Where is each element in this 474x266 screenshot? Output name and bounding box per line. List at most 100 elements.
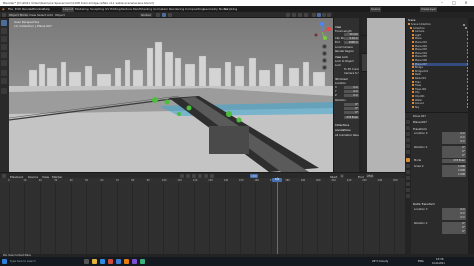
gizmo-toggle-icon[interactable] bbox=[292, 13, 296, 17]
playhead-frame-label[interactable]: 160 bbox=[272, 178, 282, 182]
view-layer-tab-icon[interactable] bbox=[406, 138, 410, 142]
output-tab-icon[interactable] bbox=[406, 132, 410, 136]
navigation-gizmo-icon[interactable] bbox=[312, 22, 332, 42]
cursor-rz-field[interactable]: 0° bbox=[344, 111, 359, 114]
clock-date[interactable]: 01-09-2021 bbox=[432, 262, 445, 265]
rotation-y-field[interactable]: 0° bbox=[442, 150, 466, 154]
chrome-browser-icon[interactable] bbox=[108, 259, 113, 264]
annotate-tool-icon[interactable] bbox=[1, 70, 7, 76]
delta-rotation-x-field[interactable]: 0° bbox=[442, 222, 466, 226]
delta-rotation-y-field[interactable]: 0° bbox=[442, 226, 466, 230]
language-indicator[interactable]: ENG bbox=[418, 260, 424, 263]
shading-material-icon[interactable] bbox=[322, 13, 326, 17]
properties-scrollbar[interactable] bbox=[468, 18, 474, 254]
pivot-icon[interactable] bbox=[156, 13, 160, 17]
clip-start-field[interactable]: 0.01 m bbox=[344, 37, 359, 40]
clip-end-field[interactable]: 1000 m bbox=[344, 41, 359, 44]
xray-toggle-icon[interactable] bbox=[304, 13, 308, 17]
cursor-ry-field[interactable]: 0° bbox=[344, 107, 359, 110]
weather-widget[interactable]: 26°C Cloudy bbox=[372, 260, 388, 263]
timeline-area[interactable] bbox=[0, 183, 405, 254]
render-region-checkbox[interactable]: Render Region bbox=[335, 50, 354, 53]
windows-start-icon[interactable] bbox=[2, 259, 7, 264]
menu-file[interactable]: File bbox=[8, 7, 13, 11]
rotation-x-field[interactable]: 0° bbox=[442, 146, 466, 150]
3d-viewport[interactable]: User Perspective (1) Collection | Plane.… bbox=[9, 18, 333, 172]
tab-rendering[interactable]: Rendering bbox=[168, 7, 185, 12]
editor-type-icon[interactable] bbox=[2, 13, 6, 17]
object-menu[interactable]: Object bbox=[54, 13, 66, 17]
shading-rendered-icon[interactable] bbox=[327, 13, 331, 17]
rotate-tool-icon[interactable] bbox=[1, 44, 7, 50]
particles-tab-icon[interactable] bbox=[406, 170, 410, 174]
delta-location-x-field[interactable]: 0 m bbox=[442, 208, 466, 212]
modifier-tab-icon[interactable] bbox=[406, 164, 410, 168]
visibility-eye-icon[interactable] bbox=[463, 23, 465, 26]
cursor-y-field[interactable]: 0 m bbox=[344, 90, 359, 93]
menu-edit[interactable]: Edit bbox=[15, 7, 21, 11]
scale-tool-icon[interactable] bbox=[1, 52, 7, 58]
proportional-edit-icon[interactable] bbox=[168, 13, 172, 17]
move-tool-icon[interactable] bbox=[1, 36, 7, 42]
transform-orientation-dropdown[interactable]: Global bbox=[140, 13, 152, 17]
world-tab-icon[interactable] bbox=[406, 150, 410, 154]
blender-logo-icon[interactable]: ◉ bbox=[2, 7, 5, 11]
blender-taskbar-icon[interactable] bbox=[124, 259, 129, 264]
tab-sculpting[interactable]: Sculpting bbox=[89, 7, 105, 12]
task-view-icon[interactable] bbox=[84, 259, 89, 264]
view-lock-header[interactable]: View Lock bbox=[335, 56, 348, 59]
shading-wireframe-icon[interactable] bbox=[312, 13, 316, 17]
scene-tab-icon[interactable] bbox=[406, 144, 410, 148]
rotation-mode-dropdown[interactable]: XYZ Euler bbox=[442, 159, 466, 163]
app-icon[interactable] bbox=[140, 259, 145, 264]
visibility-icon[interactable] bbox=[286, 13, 290, 17]
data-tab-icon[interactable] bbox=[406, 188, 410, 192]
delta-location-z-field[interactable]: 0 m bbox=[442, 216, 466, 220]
zoom-icon[interactable] bbox=[322, 44, 327, 49]
tab-animation[interactable]: Animation bbox=[152, 7, 169, 12]
overlay-toggle-icon[interactable] bbox=[298, 13, 302, 17]
cursor-rotation-mode-dropdown[interactable]: XYZ Euler bbox=[344, 116, 359, 119]
cursor-tool-icon[interactable] bbox=[1, 28, 7, 34]
transform-tool-icon[interactable] bbox=[1, 60, 7, 66]
photoshop-icon[interactable] bbox=[116, 259, 121, 264]
edge-browser-icon[interactable] bbox=[100, 259, 105, 264]
tab-uv-editing[interactable]: UV Editing bbox=[104, 7, 122, 12]
premiere-icon[interactable] bbox=[132, 259, 137, 264]
collections-header[interactable]: Collections bbox=[335, 124, 349, 127]
shading-solid-icon[interactable] bbox=[317, 13, 321, 17]
add-cube-tool-icon[interactable] bbox=[1, 88, 7, 94]
cursor-rx-field[interactable]: 0° bbox=[344, 103, 359, 106]
add-menu[interactable]: Add bbox=[46, 13, 54, 17]
ortho-toggle-icon[interactable] bbox=[322, 65, 327, 70]
material-tab-icon[interactable] bbox=[406, 194, 410, 198]
view-layer-selector[interactable]: ViewLayer bbox=[420, 6, 438, 12]
tab-scripting[interactable]: Scripting bbox=[223, 7, 238, 12]
rotation-z-field[interactable]: 0° bbox=[442, 154, 466, 158]
snap-icon[interactable] bbox=[162, 13, 166, 17]
constraints-tab-icon[interactable] bbox=[406, 182, 410, 186]
mode-dropdown[interactable]: Object Mode bbox=[8, 13, 29, 17]
tab-layout[interactable]: Layout bbox=[62, 6, 75, 12]
properties-object-field[interactable]: Plane.007 bbox=[413, 120, 427, 124]
tool-tab-icon[interactable] bbox=[406, 120, 410, 124]
object-tab-icon[interactable] bbox=[406, 158, 410, 162]
taskbar-search-input[interactable]: Type here to search bbox=[10, 260, 36, 263]
focal-length-field[interactable]: 50 mm bbox=[344, 33, 359, 36]
3d-cursor-header[interactable]: 3D Cursor bbox=[335, 78, 348, 81]
menu-help[interactable]: Help bbox=[43, 7, 50, 11]
physics-tab-icon[interactable] bbox=[406, 176, 410, 180]
location-x-field[interactable]: 0 m bbox=[442, 132, 466, 136]
scale-y-field[interactable]: 1.000 bbox=[442, 169, 466, 173]
scale-x-field[interactable]: 1.000 bbox=[442, 165, 466, 169]
delta-transform-section-header[interactable]: Delta Transform bbox=[413, 202, 435, 206]
playhead[interactable] bbox=[277, 177, 278, 254]
transform-section-header[interactable]: Transform bbox=[413, 127, 427, 131]
location-z-field[interactable]: 0 m bbox=[442, 140, 466, 144]
measure-tool-icon[interactable] bbox=[1, 78, 7, 84]
scene-selector[interactable]: Scene bbox=[370, 6, 382, 12]
outliner-row[interactable]: Sky bbox=[412, 105, 471, 109]
cursor-x-field[interactable]: 0 m bbox=[344, 86, 359, 89]
visibility-eye-icon[interactable] bbox=[465, 27, 467, 30]
camera-view-icon[interactable] bbox=[322, 58, 327, 63]
